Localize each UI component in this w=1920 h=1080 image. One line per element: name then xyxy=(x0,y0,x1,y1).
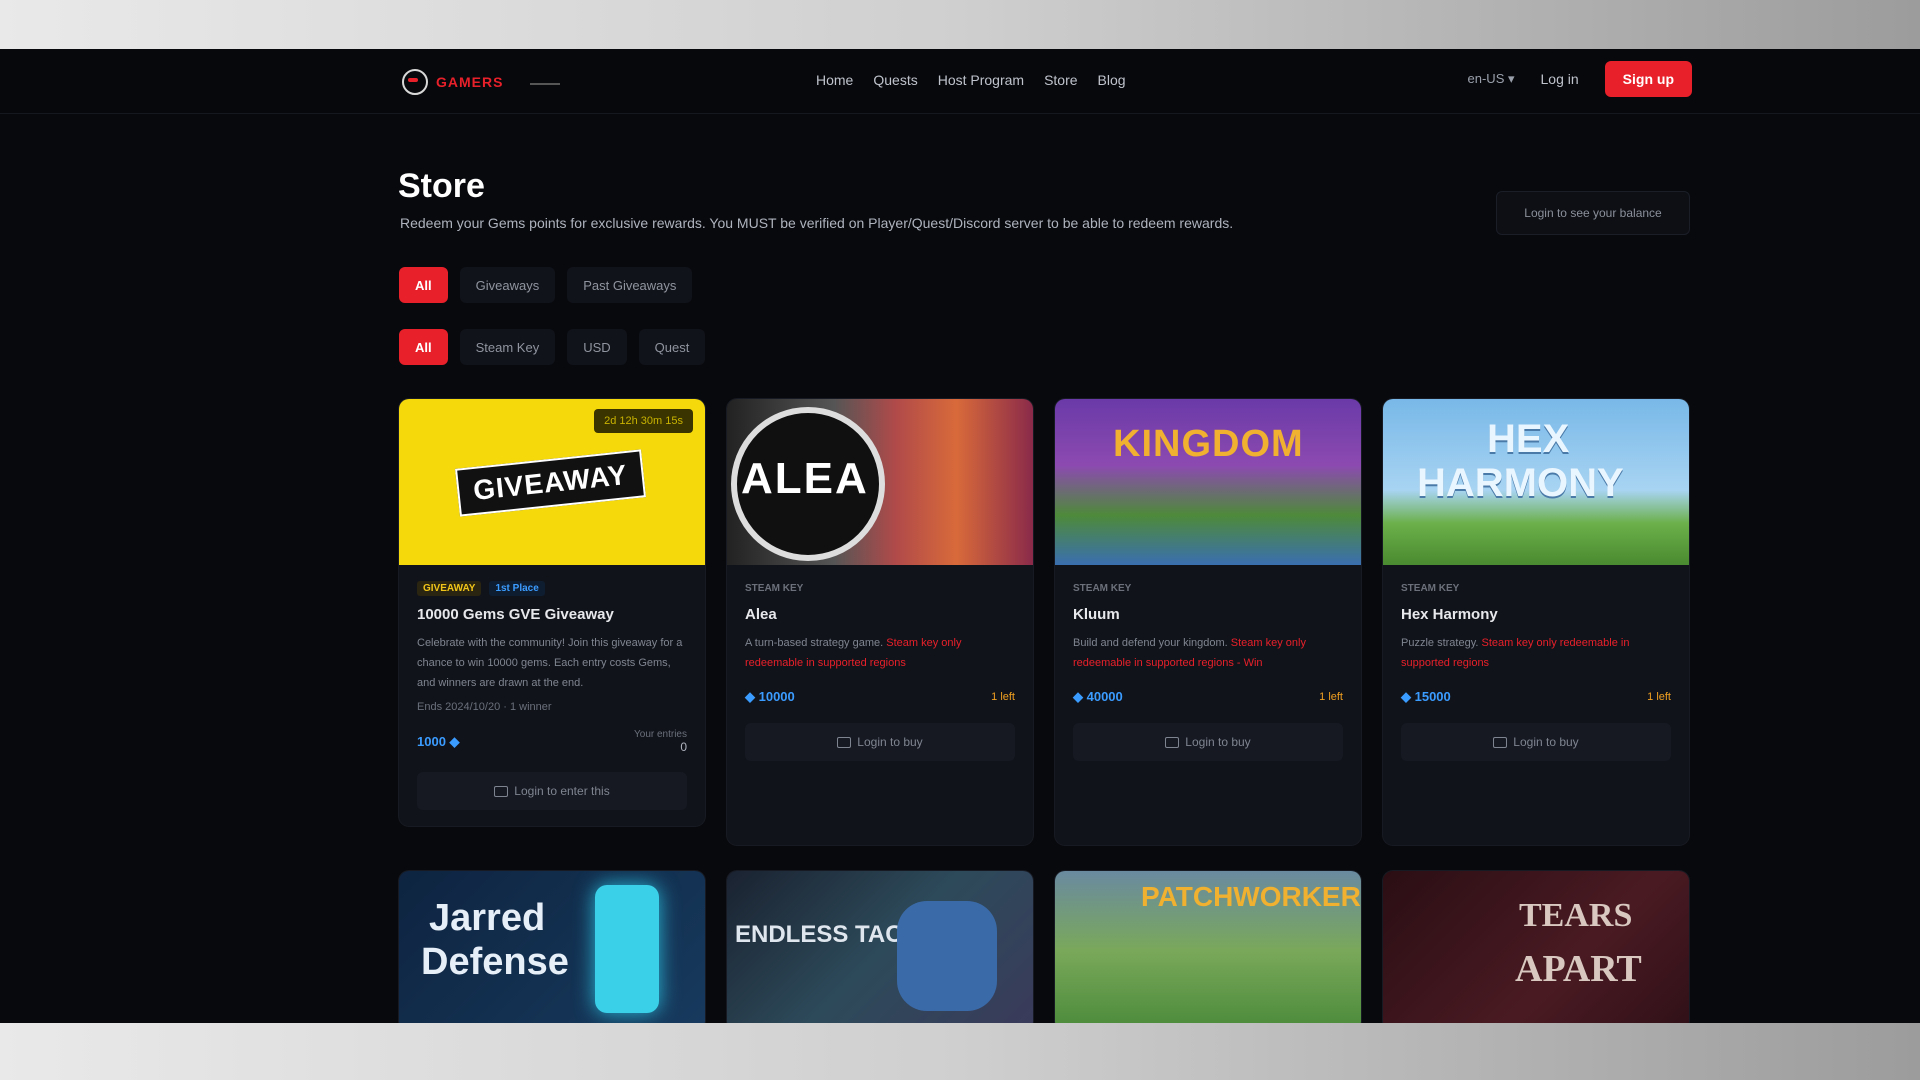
card-meta: Ends 2024/10/20 · 1 winner xyxy=(417,701,552,713)
store-card-jarred-defense[interactable]: Jarred Defense xyxy=(399,871,705,1023)
giveaway-banner: GIVEAWAY xyxy=(455,449,646,517)
logo[interactable]: GAMERS xyxy=(402,69,560,95)
nav-blog[interactable]: Blog xyxy=(1098,72,1126,88)
header-actions: en-US ▾ Log in Sign up xyxy=(1468,61,1692,97)
filter-giveaways[interactable]: Giveaways xyxy=(459,267,556,303)
patchworker-logo: PATCHWORKER xyxy=(1141,881,1361,912)
filter-all[interactable]: All xyxy=(399,267,448,303)
language-selector[interactable]: en-US ▾ xyxy=(1468,71,1515,87)
card-price: ◆ 40000 xyxy=(1073,689,1123,704)
filter-quest[interactable]: Quest xyxy=(638,329,706,365)
login-link[interactable]: Log in xyxy=(1541,71,1579,87)
page-subtitle: Redeem your Gems points for exclusive re… xyxy=(400,215,1234,231)
card-image: Jarred Defense xyxy=(399,871,705,1023)
enter-giveaway-button[interactable]: Login to enter this xyxy=(417,772,687,810)
buy-button[interactable]: Login to buy xyxy=(1073,723,1343,761)
card-description: Build and defend your kingdom. Steam key… xyxy=(1073,637,1306,669)
tag-steam-key: STEAM KEY xyxy=(745,583,804,594)
logo-underline xyxy=(530,83,560,85)
card-image: KINGDOM xyxy=(1055,399,1361,565)
card-title: Hex Harmony xyxy=(1401,606,1498,623)
store-card-tears-apart[interactable]: TEARS APART xyxy=(1383,871,1689,1023)
logo-text: GAMERS xyxy=(436,74,504,90)
nav-host-program[interactable]: Host Program xyxy=(938,72,1024,88)
balance-button[interactable]: Login to see your balance xyxy=(1496,191,1690,235)
filter-usd[interactable]: USD xyxy=(567,329,627,365)
store-card-endless-tactics[interactable]: ENDLESS TACTICS xyxy=(727,871,1033,1023)
tag-steam-key: STEAM KEY xyxy=(1401,583,1460,594)
jar-graphic xyxy=(595,885,659,1013)
tears-logo-line2: APART xyxy=(1515,948,1642,990)
nav-home[interactable]: Home xyxy=(816,72,853,88)
tag-giveaway: GIVEAWAY xyxy=(417,581,482,596)
lock-icon xyxy=(494,785,509,797)
store-card-kluum[interactable]: KINGDOM STEAM KEY Kluum Build and defend… xyxy=(1055,399,1361,845)
card-description: Celebrate with the community! Join this … xyxy=(417,637,683,689)
lock-icon xyxy=(1165,736,1180,748)
top-nav: GAMERS Home Quests Host Program Store Bl… xyxy=(0,49,1920,114)
card-image: HEX HARMONY xyxy=(1383,399,1689,565)
stock-badge: 1 left xyxy=(1647,691,1671,703)
filter-steam-key[interactable]: Steam Key xyxy=(459,329,556,365)
signup-button[interactable]: Sign up xyxy=(1604,61,1692,97)
stock-badge: 1 left xyxy=(991,691,1015,703)
card-title: Kluum xyxy=(1073,606,1120,623)
store-card-patchworker[interactable]: PATCHWORKER xyxy=(1055,871,1361,1023)
reward-filter: All Steam Key USD Quest xyxy=(399,329,706,365)
hex-logo-line2: HARMONY xyxy=(1417,461,1624,505)
logo-icon xyxy=(402,69,428,95)
buy-button[interactable]: Login to buy xyxy=(1401,723,1671,761)
entries-label: Your entries xyxy=(634,729,687,740)
page-title: Store xyxy=(398,167,485,205)
button-label: Login to buy xyxy=(1513,735,1579,749)
stock-badge: 1 left xyxy=(1319,691,1343,703)
alea-logo-text: ALEA xyxy=(741,454,869,503)
button-label: Login to buy xyxy=(1185,735,1251,749)
buy-button[interactable]: Login to buy xyxy=(745,723,1015,761)
lock-icon xyxy=(837,736,852,748)
card-image: TEARS APART xyxy=(1383,871,1689,1023)
main-nav: Home Quests Host Program Store Blog xyxy=(816,72,1126,88)
tag-steam-key: STEAM KEY xyxy=(1073,583,1132,594)
card-description: Puzzle strategy. Steam key only redeemab… xyxy=(1401,637,1630,669)
card-image: ALEA xyxy=(727,399,1033,565)
jarred-logo-line1: Jarred xyxy=(429,897,546,939)
kingdom-logo-text: KINGDOM xyxy=(1113,423,1304,465)
jarred-logo-line2: Defense xyxy=(421,941,569,983)
card-image: PATCHWORKER xyxy=(1055,871,1361,1023)
lock-icon xyxy=(1493,736,1508,748)
card-title: 10000 Gems GVE Giveaway xyxy=(417,606,614,623)
store-card-giveaway[interactable]: 2d 12h 30m 15s GIVEAWAY GIVEAWAY 1st Pla… xyxy=(399,399,705,826)
store-card-alea[interactable]: ALEA STEAM KEY Alea A turn-based strateg… xyxy=(727,399,1033,845)
card-description: A turn-based strategy game. Steam key on… xyxy=(745,637,962,669)
entries-value: 0 xyxy=(680,740,687,754)
card-price: ◆ 15000 xyxy=(1401,689,1451,704)
filter-past-giveaways[interactable]: Past Giveaways xyxy=(567,267,693,303)
app-window: GAMERS Home Quests Host Program Store Bl… xyxy=(0,49,1920,1023)
countdown-badge: 2d 12h 30m 15s xyxy=(594,409,693,433)
nav-quests[interactable]: Quests xyxy=(873,72,917,88)
card-image: ENDLESS TACTICS xyxy=(727,871,1033,1023)
store-card-hex-harmony[interactable]: HEX HARMONY STEAM KEY Hex Harmony Puzzle… xyxy=(1383,399,1689,845)
button-label: Login to enter this xyxy=(514,784,610,798)
robot-graphic xyxy=(897,901,997,1011)
hex-logo-line1: HEX xyxy=(1487,417,1570,461)
card-title: Alea xyxy=(745,606,777,623)
nav-store[interactable]: Store xyxy=(1044,72,1077,88)
type-filter: All Giveaways Past Giveaways xyxy=(399,267,693,303)
tears-logo-line1: TEARS xyxy=(1519,897,1633,934)
card-image: 2d 12h 30m 15s GIVEAWAY xyxy=(399,399,705,565)
card-price: ◆ 10000 xyxy=(745,689,795,704)
filter-all-rewards[interactable]: All xyxy=(399,329,448,365)
button-label: Login to buy xyxy=(857,735,923,749)
tag-place: 1st Place xyxy=(489,581,545,596)
card-price: 1000 ◆ xyxy=(417,733,460,749)
